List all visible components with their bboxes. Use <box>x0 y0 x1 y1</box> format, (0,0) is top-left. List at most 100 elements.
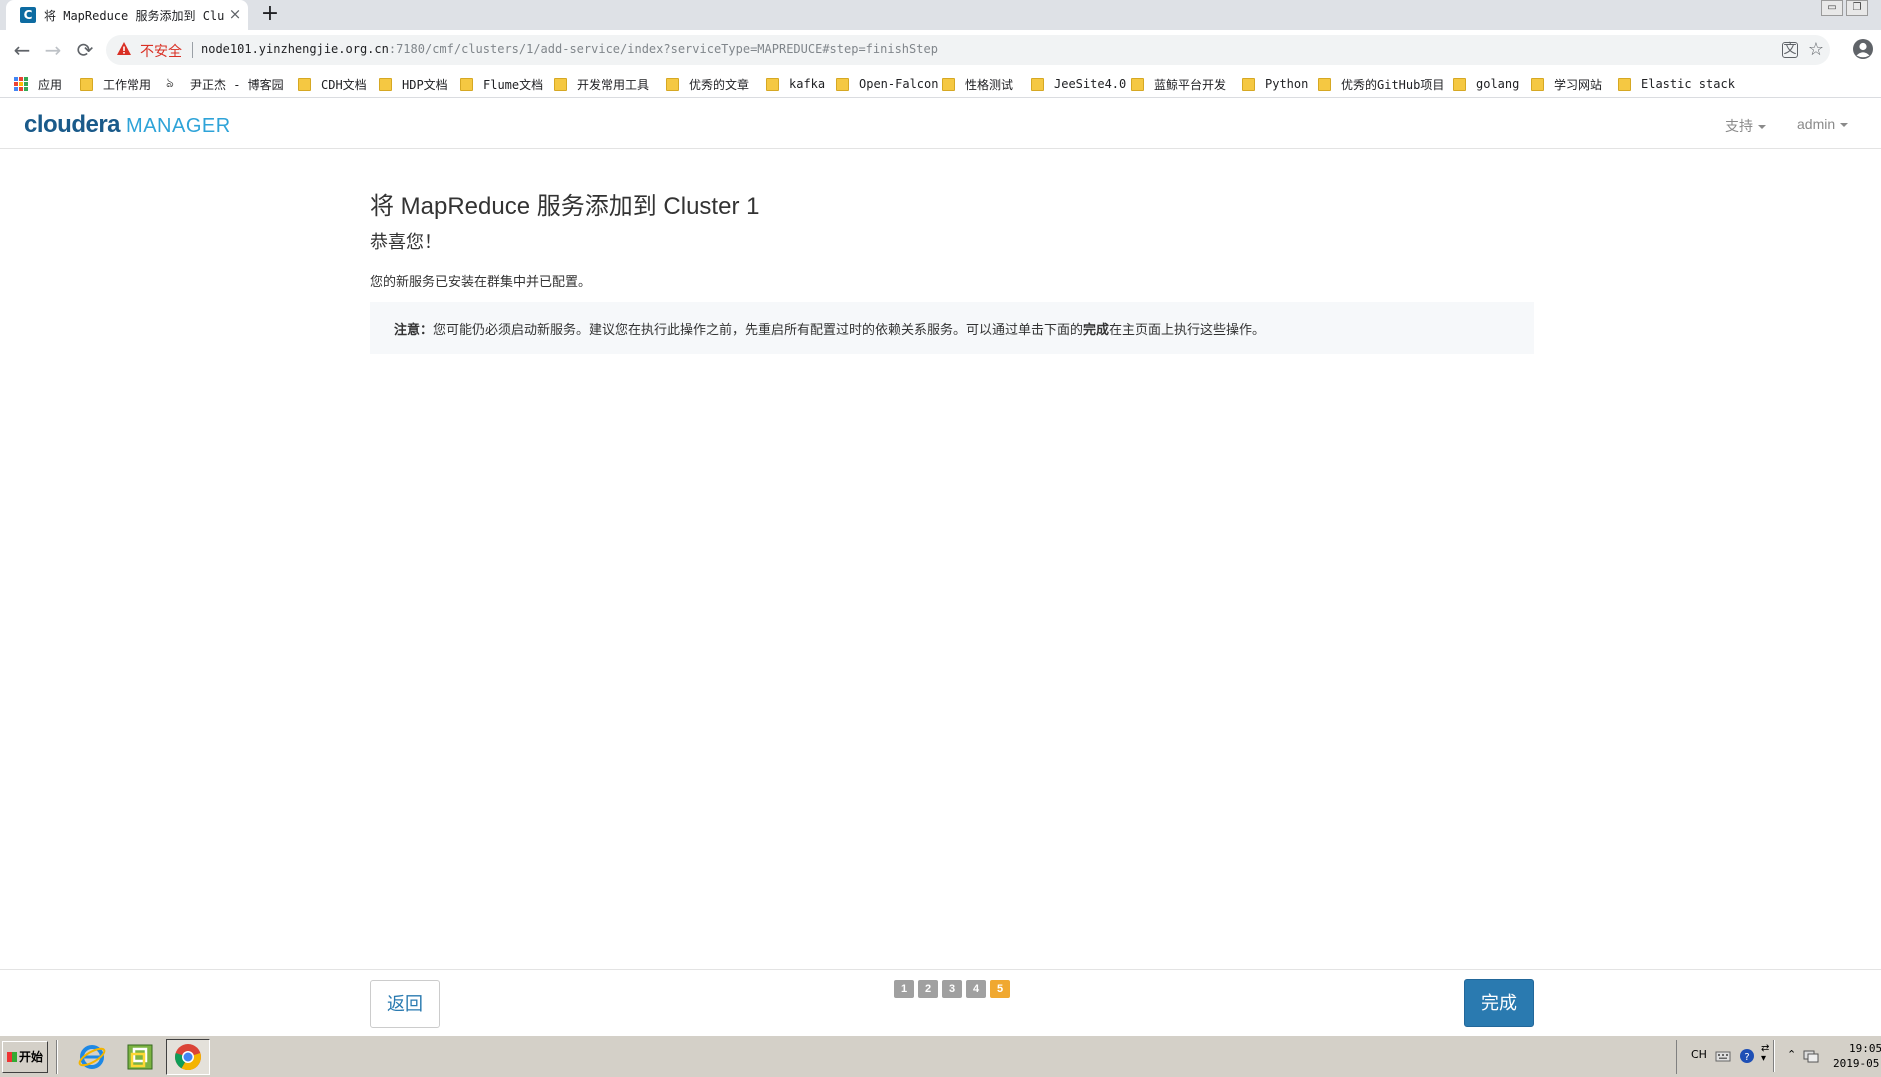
bookmark-folder[interactable]: HDP文档 <box>379 75 448 93</box>
support-menu[interactable]: 支持 <box>1725 116 1766 136</box>
window-minimize-button[interactable]: ▭ <box>1821 0 1843 16</box>
wizard-step-3: 3 <box>942 980 962 998</box>
note-bold-finish: 完成 <box>1083 322 1110 337</box>
system-tray: CH ? ⇄ ▾ ⌃ 19:05 2019-05- <box>1676 1040 1881 1074</box>
bookmark-label: 性格测试 <box>965 77 1014 92</box>
taskbar-divider <box>56 1040 58 1074</box>
folder-icon <box>766 77 779 91</box>
bookmark-folder[interactable]: 优秀的文章 <box>666 75 749 93</box>
note-text-part-1: 您可能仍必须启动新服务。建议您在执行此操作之前，先重启所有配置过时的依赖关系服务… <box>433 322 1084 337</box>
user-menu[interactable]: admin <box>1797 116 1849 132</box>
bookmark-apps[interactable]: 应用 <box>14 75 62 93</box>
support-menu-label: 支持 <box>1725 118 1753 134</box>
bookmark-folder[interactable]: 蓝鲸平台开发 <box>1131 75 1226 93</box>
help-icon[interactable]: ? <box>1739 1048 1755 1064</box>
back-button[interactable]: 返回 <box>370 980 440 1028</box>
url-host: node101.yinzhengjie.org.cn <box>201 42 389 56</box>
clock-time[interactable]: 19:05 <box>1849 1042 1881 1055</box>
bookmark-star-icon[interactable]: ☆ <box>1806 40 1826 60</box>
bookmarks-bar: 应用 工作常用 ঌ 尹正杰 - 博客园 CDH文档 HDP文档 Flume文档 开… <box>0 70 1881 98</box>
url-text[interactable]: node101.yinzhengjie.org.cn:7180/cmf/clus… <box>201 42 938 56</box>
bookmark-label: JeeSite4.0 <box>1054 77 1127 91</box>
bookmark-label: 蓝鲸平台开发 <box>1154 77 1227 92</box>
tray-expand-icon[interactable]: ⌃ <box>1787 1048 1796 1061</box>
tab-title: 将 MapReduce 服务添加到 Clust <box>44 9 224 23</box>
bookmark-link[interactable]: ঌ 尹正杰 - 博客园 <box>166 75 284 93</box>
page-title: 将 MapReduce 服务添加到 Cluster 1 <box>370 193 760 220</box>
wizard-step-indicator: 1 2 3 4 5 <box>894 980 1010 998</box>
folder-icon <box>942 77 955 91</box>
address-bar[interactable]: 不安全 node101.yinzhengjie.org.cn:7180/cmf/… <box>106 35 1830 65</box>
folder-icon <box>554 77 567 91</box>
folder-icon <box>1131 77 1144 91</box>
chrome-icon <box>175 1044 201 1071</box>
bookmark-folder[interactable]: CDH文档 <box>298 75 367 93</box>
bookmark-folder[interactable]: JeeSite4.0 <box>1031 75 1126 93</box>
bookmark-label: 学习网站 <box>1554 77 1603 92</box>
apps-grid-icon <box>14 77 28 91</box>
translate-icon[interactable]: 文 <box>1782 42 1798 58</box>
app-header: cloudera MANAGER 支持 admin <box>0 99 1881 149</box>
tray-divider <box>1773 1040 1775 1072</box>
bookmark-folder[interactable]: 工作常用 <box>80 75 151 93</box>
folder-icon <box>1318 77 1331 91</box>
wizard-step-1: 1 <box>894 980 914 998</box>
bookmark-label: 尹正杰 - 博客园 <box>190 77 284 92</box>
bookmark-folder[interactable]: 开发常用工具 <box>554 75 649 93</box>
back-arrow-icon[interactable]: ← <box>10 38 34 62</box>
finish-button[interactable]: 完成 <box>1464 979 1534 1027</box>
tab-close-icon[interactable]: × <box>226 5 244 23</box>
blog-icon: ঌ <box>166 76 174 91</box>
clock-date[interactable]: 2019-05- <box>1833 1057 1881 1070</box>
restart-note-text: 注意：您可能仍必须启动新服务。建议您在执行此操作之前，先重启所有配置过时的依赖关… <box>394 319 1265 338</box>
browser-tab-strip: C 将 MapReduce 服务添加到 Clust × + ▭ ❐ <box>0 0 1881 30</box>
warning-triangle-icon <box>117 42 131 55</box>
bookmark-label: 工作常用 <box>103 77 152 92</box>
bookmark-label: golang <box>1476 77 1520 91</box>
keyboard-icon[interactable] <box>1715 1048 1731 1064</box>
folder-icon <box>80 77 93 91</box>
restart-note-box: 注意：您可能仍必须启动新服务。建议您在执行此操作之前，先重启所有配置过时的依赖关… <box>370 302 1534 354</box>
profile-avatar-icon[interactable] <box>1852 38 1874 60</box>
bookmark-folder[interactable]: 学习网站 <box>1531 75 1602 93</box>
success-description: 您的新服务已安装在群集中并已配置。 <box>370 274 592 289</box>
reload-icon[interactable]: ⟳ <box>73 38 97 62</box>
bookmark-folder[interactable]: 性格测试 <box>942 75 1013 93</box>
folder-icon <box>379 77 392 91</box>
start-label: 开始 <box>19 1050 44 1064</box>
browser-tab[interactable]: C 将 MapReduce 服务添加到 Clust × <box>6 0 248 30</box>
bookmark-folder[interactable]: Flume文档 <box>460 75 543 93</box>
user-menu-label: admin <box>1797 116 1836 132</box>
bookmark-folder[interactable]: Elastic stack <box>1618 75 1735 93</box>
bookmark-label: 开发常用工具 <box>577 77 650 92</box>
not-secure-label[interactable]: 不安全 <box>140 41 182 61</box>
start-button[interactable]: 开始 <box>2 1041 48 1073</box>
window-restore-button[interactable]: ❐ <box>1846 0 1868 16</box>
wizard-footer: 返回 1 2 3 4 5 完成 <box>0 969 1881 1035</box>
bookmark-label: HDP文档 <box>402 77 448 92</box>
bookmark-folder[interactable]: Python <box>1242 75 1308 93</box>
internet-explorer-taskbar-icon[interactable] <box>70 1039 114 1075</box>
folder-icon <box>1618 77 1631 91</box>
bookmark-folder[interactable]: kafka <box>766 75 825 93</box>
input-language-indicator[interactable]: CH <box>1691 1048 1707 1061</box>
bookmark-label: Open-Falcon <box>859 77 939 91</box>
bookmark-folder[interactable]: golang <box>1453 75 1519 93</box>
note-text-part-2: 在主页面上执行这些操作。 <box>1109 322 1266 337</box>
bookmark-label: CDH文档 <box>321 77 367 92</box>
bookmark-label: Python <box>1265 77 1309 91</box>
wizard-step-5-active: 5 <box>990 980 1010 998</box>
cloudera-favicon-icon: C <box>20 7 36 23</box>
windows-flag-icon <box>7 1052 17 1062</box>
new-tab-button[interactable]: + <box>258 2 282 26</box>
vsphere-taskbar-icon[interactable] <box>118 1039 162 1075</box>
bookmark-folder[interactable]: Open-Falcon <box>836 75 938 93</box>
chevron-down-icon <box>1758 125 1766 130</box>
forward-arrow-icon[interactable]: → <box>41 38 65 62</box>
network-monitor-icon[interactable] <box>1803 1048 1819 1064</box>
bookmark-folder[interactable]: 优秀的GitHub项目 <box>1318 75 1444 93</box>
bookmark-label: 应用 <box>38 77 63 92</box>
network-arrows-icon[interactable]: ⇄ ▾ <box>1761 1044 1769 1064</box>
cloudera-manager-logo[interactable]: cloudera MANAGER <box>24 111 231 139</box>
chrome-taskbar-icon[interactable] <box>166 1039 210 1075</box>
